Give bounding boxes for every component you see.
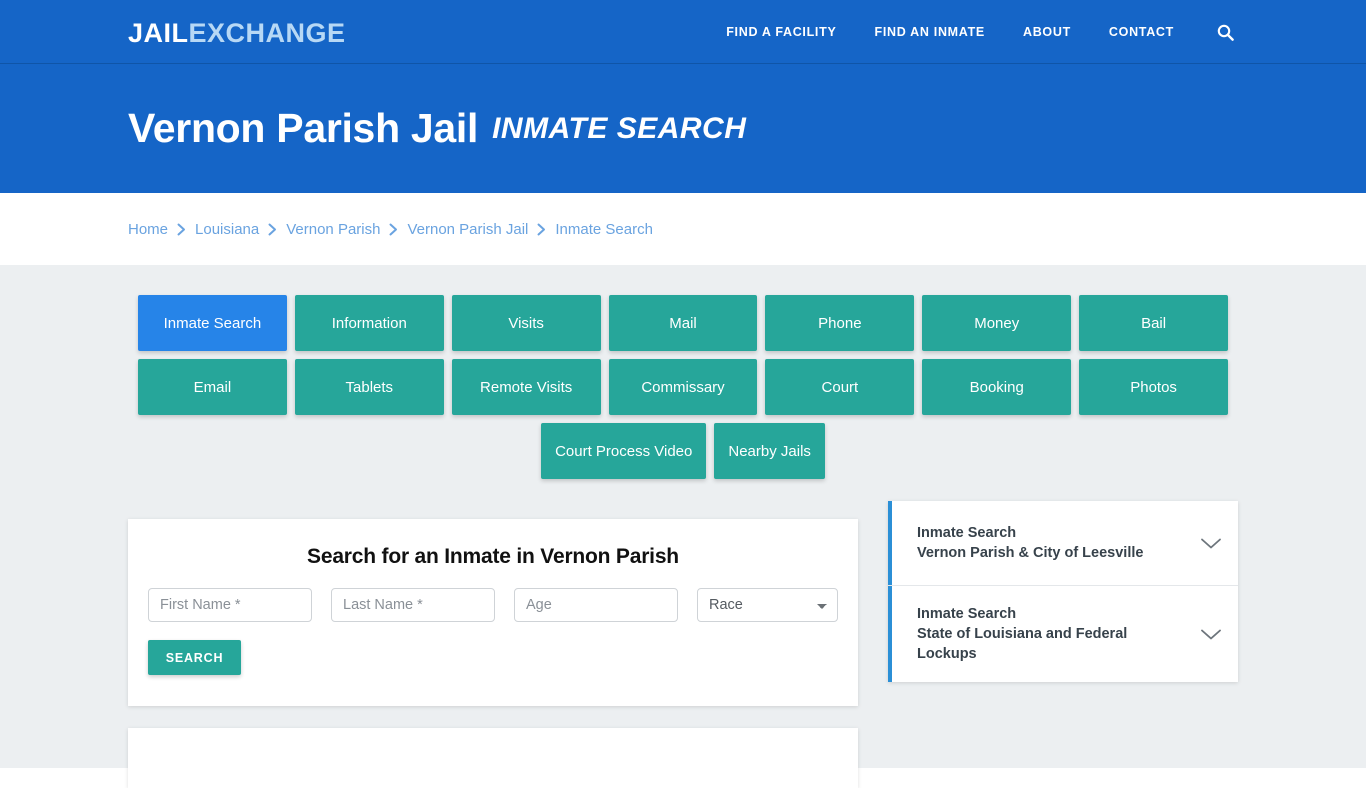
search-form-fields: Race [128,569,858,622]
breadcrumb-item-vernon-parish[interactable]: Vernon Parish [286,221,380,238]
accordion-item-line1: Inmate Search [917,606,1017,622]
inmate-search-links-sidebar: Inmate Search Vernon Parish & City of Le… [888,501,1238,682]
tab-nearby-jails[interactable]: Nearby Jails [714,423,825,479]
tab-money[interactable]: Money [922,295,1072,351]
tab-row-3: Court Process Video Nearby Jails [138,423,1228,479]
logo-text-jail: JAIL [128,18,189,48]
tab-commissary[interactable]: Commissary [608,359,758,415]
inmate-search-card: Search for an Inmate in Vernon Parish Ra… [128,519,858,706]
secondary-content-card [128,728,858,788]
nav-item-find-an-inmate[interactable]: FIND AN INMATE [855,0,1003,64]
site-logo[interactable]: JAILEXCHANGE [128,18,346,48]
chevron-down-icon[interactable] [1200,628,1222,641]
tab-row-2: Email Tablets Remote Visits Commissary C… [138,359,1229,415]
search-form-title: Search for an Inmate in Vernon Parish [307,545,679,568]
nav-item-about[interactable]: ABOUT [1004,0,1090,64]
primary-nav: FIND A FACILITY FIND AN INMATE ABOUT CON… [707,0,1238,64]
chevron-right-icon [177,223,186,236]
search-icon[interactable] [1193,0,1238,64]
search-button[interactable]: SEARCH [148,640,241,675]
tab-mail[interactable]: Mail [608,295,758,351]
section-tab-grid: Inmate Search Information Visits Mail Ph… [138,295,1229,487]
tab-bail[interactable]: Bail [1079,295,1229,351]
chevron-down-icon[interactable] [1200,537,1222,550]
accordion-item-line2: State of Louisiana and Federal Lockups [917,626,1128,662]
breadcrumb-item-vernon-parish-jail[interactable]: Vernon Parish Jail [407,221,528,238]
chevron-right-icon [389,223,398,236]
last-name-input[interactable] [331,588,495,622]
page-title: Vernon Parish Jail [128,105,479,151]
accordion-item-line1: Inmate Search [917,525,1017,541]
tab-tablets[interactable]: Tablets [294,359,444,415]
tab-photos[interactable]: Photos [1079,359,1229,415]
tab-remote-visits[interactable]: Remote Visits [451,359,601,415]
accordion-item-line2: Vernon Parish & City of Leesville [917,545,1144,561]
first-name-input[interactable] [148,588,312,622]
top-navigation-bar: JAILEXCHANGE FIND A FACILITY FIND AN INM… [0,0,1366,64]
page-subtitle: INMATE SEARCH [492,111,747,145]
tab-booking[interactable]: Booking [922,359,1072,415]
breadcrumb-item-home[interactable]: Home [128,221,168,238]
breadcrumb-bar: Home Louisiana Vernon Parish Vernon Pari… [0,193,1366,265]
accordion-item-state-louisiana-federal[interactable]: Inmate Search State of Louisiana and Fed… [888,585,1238,682]
tab-email[interactable]: Email [138,359,287,415]
nav-item-find-a-facility[interactable]: FIND A FACILITY [707,0,855,64]
tab-court[interactable]: Court [765,359,915,415]
accordion-item-label: Inmate Search State of Louisiana and Fed… [917,604,1188,664]
logo-text-exchange: EXCHANGE [188,18,346,48]
accordion-item-label: Inmate Search Vernon Parish & City of Le… [917,523,1188,563]
accordion-item-vernon-parish-leesville[interactable]: Inmate Search Vernon Parish & City of Le… [888,501,1238,585]
chevron-right-icon [268,223,277,236]
breadcrumb-item-louisiana[interactable]: Louisiana [195,221,259,238]
tab-inmate-search[interactable]: Inmate Search [138,295,287,351]
tab-information[interactable]: Information [294,295,444,351]
race-select[interactable]: Race [697,588,838,622]
tab-row-1: Inmate Search Information Visits Mail Ph… [138,295,1229,351]
breadcrumb: Home Louisiana Vernon Parish Vernon Pari… [128,193,653,265]
page-hero: Vernon Parish Jail INMATE SEARCH [0,64,1366,193]
tab-court-process-video[interactable]: Court Process Video [541,423,707,479]
tab-visits[interactable]: Visits [451,295,601,351]
chevron-right-icon [537,223,546,236]
nav-item-contact[interactable]: CONTACT [1090,0,1193,64]
hero-inner: Vernon Parish Jail INMATE SEARCH [128,64,746,193]
tab-phone[interactable]: Phone [765,295,915,351]
breadcrumb-item-inmate-search: Inmate Search [555,220,653,238]
main-content: Inmate Search Information Visits Mail Ph… [0,265,1366,788]
age-input[interactable] [514,588,678,622]
